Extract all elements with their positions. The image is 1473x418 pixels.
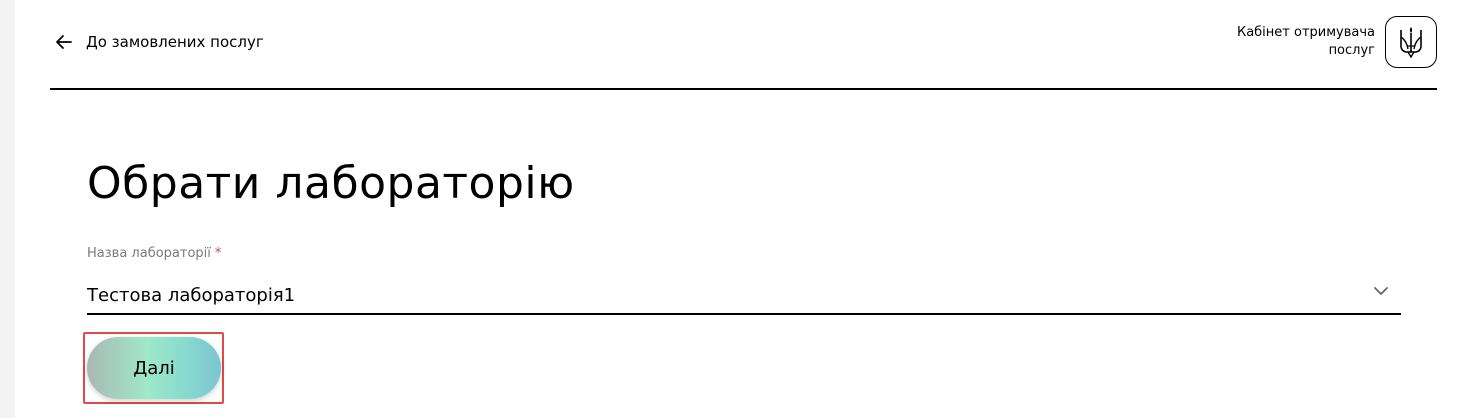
cabinet-block: Кабінет отримувача послуг <box>1215 16 1437 68</box>
trident-icon <box>1400 27 1422 59</box>
lab-name-label: Назва лабораторії * <box>87 246 1401 261</box>
lab-select[interactable]: Тестова лабораторія1 <box>87 279 1401 315</box>
chevron-down-icon[interactable] <box>1373 283 1389 299</box>
cabinet-title: Кабінет отримувача послуг <box>1215 24 1375 60</box>
cabinet-title-line2: послуг <box>1328 43 1375 58</box>
lab-select-value: Тестова лабораторія1 <box>87 285 296 306</box>
header: До замовлених послуг Кабінет отримувача … <box>50 0 1437 90</box>
required-mark: * <box>214 246 222 261</box>
back-link-label: До замовлених послуг <box>86 33 264 51</box>
page-title: Обрати лабораторію <box>87 158 575 209</box>
cabinet-title-line1: Кабінет отримувача <box>1236 25 1375 40</box>
left-sidebar-strip <box>0 0 15 418</box>
arrow-left-icon <box>56 35 72 49</box>
back-to-ordered-services-link[interactable]: До замовлених послуг <box>54 32 264 52</box>
lab-name-label-text: Назва лабораторії <box>87 246 211 261</box>
next-button[interactable]: Далі <box>87 337 221 399</box>
lab-name-field: Назва лабораторії * Тестова лабораторія1 <box>87 246 1401 315</box>
trident-logo[interactable] <box>1385 16 1437 68</box>
